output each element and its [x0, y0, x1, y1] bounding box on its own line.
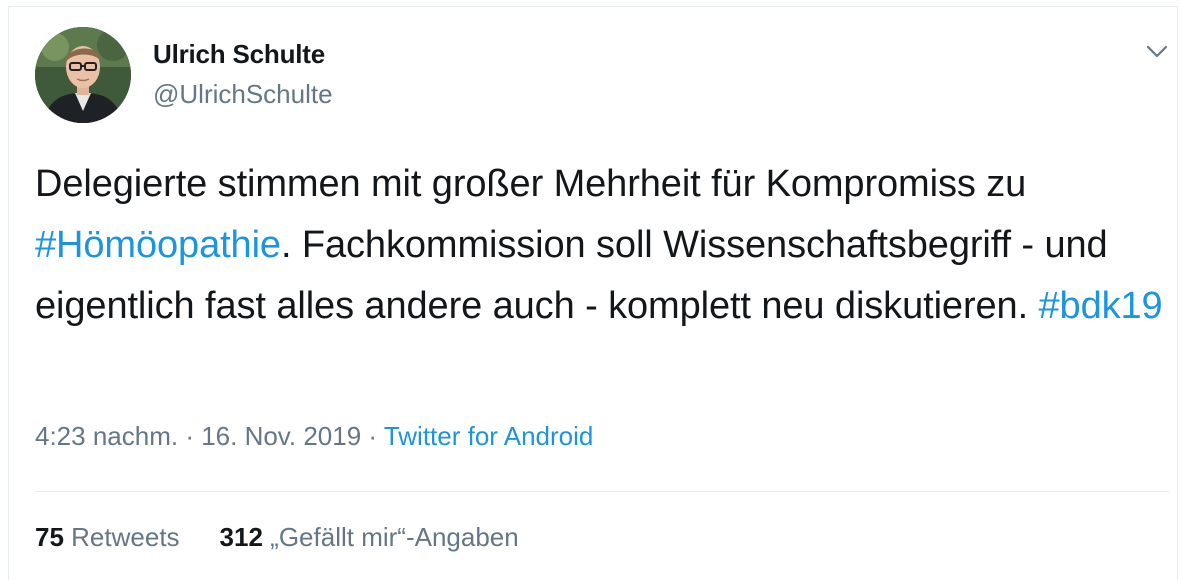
tweet-meta: 4:23 nachm. · 16. Nov. 2019 · Twitter fo…	[35, 421, 593, 452]
tweet-time[interactable]: 4:23 nachm.	[35, 421, 178, 451]
tweet-text-part: Delegierte stimmen mit großer Mehrheit f…	[35, 163, 1027, 205]
likes-label: „Gefällt mir“-Angaben	[270, 522, 519, 552]
tweet-date[interactable]: 16. Nov. 2019	[201, 421, 361, 451]
likes-stat[interactable]: 312 „Gefällt mir“-Angaben	[220, 522, 519, 552]
avatar[interactable]	[35, 27, 131, 123]
tweet-source-link[interactable]: Twitter for Android	[384, 421, 594, 451]
author-handle[interactable]: @UlrichSchulte	[153, 79, 333, 110]
tweet-text: Delegierte stimmen mit großer Mehrheit f…	[35, 154, 1175, 337]
author-name[interactable]: Ulrich Schulte	[153, 39, 325, 70]
meta-separator: ·	[178, 421, 202, 451]
divider	[35, 491, 1169, 492]
tweet-stats: 75 Retweets 312 „Gefällt mir“-Angaben	[35, 522, 519, 553]
retweets-label: Retweets	[71, 522, 180, 552]
likes-count: 312	[219, 522, 263, 552]
avatar-image	[35, 27, 131, 123]
hashtag-link[interactable]: #bdk19	[1039, 285, 1163, 327]
hashtag-link[interactable]: #Hömöopathie	[35, 224, 281, 266]
retweets-stat[interactable]: 75 Retweets	[35, 522, 180, 552]
tweet-card: Ulrich Schulte @UlrichSchulte Delegierte…	[8, 6, 1178, 580]
meta-separator: ·	[361, 421, 384, 451]
retweets-count: 75	[35, 522, 64, 552]
chevron-down-icon[interactable]	[1143, 37, 1171, 65]
